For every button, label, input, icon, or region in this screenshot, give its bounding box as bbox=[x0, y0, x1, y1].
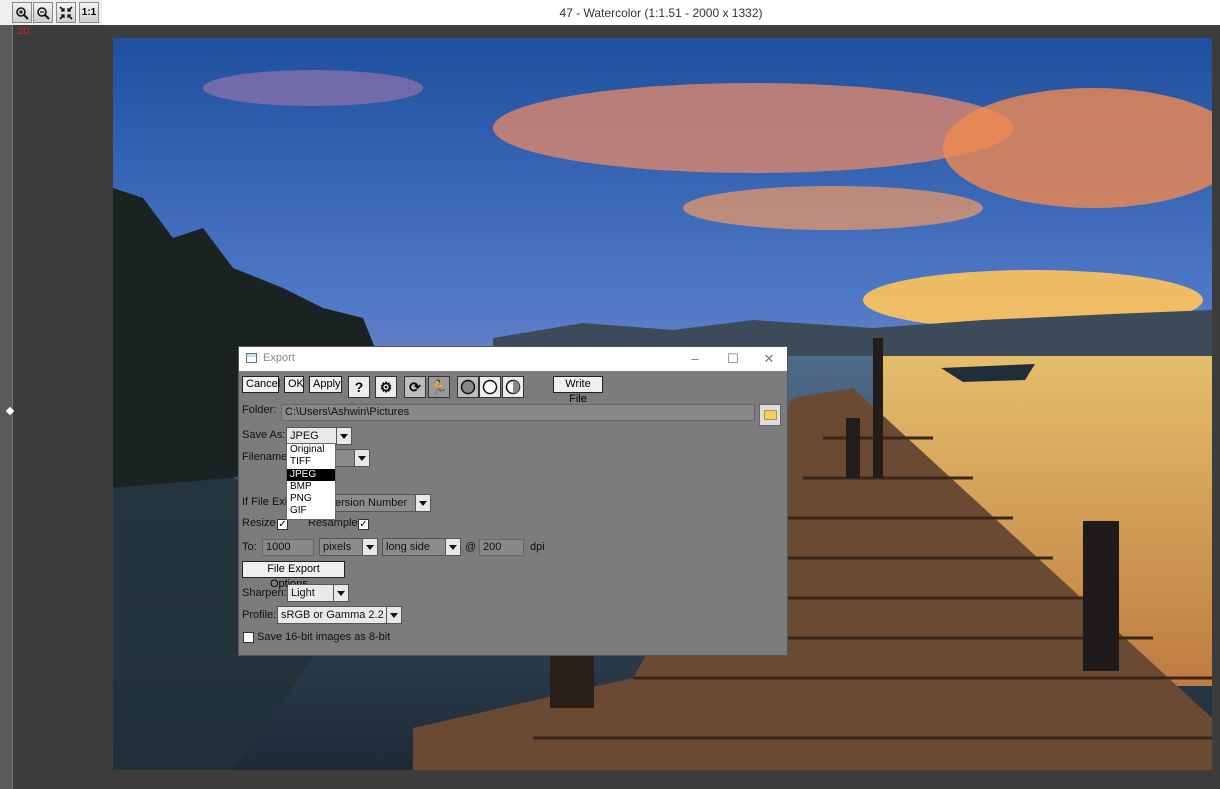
browse-folder-button[interactable] bbox=[759, 404, 781, 426]
dropdown-option[interactable]: Original bbox=[287, 444, 335, 456]
cancel-button[interactable]: Cancel bbox=[242, 376, 280, 393]
side-select[interactable]: long side bbox=[382, 538, 461, 556]
app-window-icon bbox=[246, 353, 257, 363]
sharpen-value: Light bbox=[291, 587, 315, 599]
gear-icon: ⚙ bbox=[379, 378, 393, 395]
sharpen-label: Sharpen: bbox=[242, 587, 287, 599]
help-button[interactable]: ? bbox=[348, 376, 370, 398]
write-file-button[interactable]: Write File bbox=[553, 376, 603, 405]
left-panel-strip bbox=[0, 25, 15, 789]
unit-select[interactable]: pixels bbox=[319, 538, 378, 556]
top-toolbar: 1:1 47 - Watercolor (1:1.51 - 2000 x 133… bbox=[0, 0, 1220, 25]
minimize-icon[interactable]: – bbox=[685, 350, 705, 368]
chevron-down-icon[interactable] bbox=[336, 428, 351, 444]
save-16bit-checkbox[interactable] bbox=[243, 632, 254, 643]
at-symbol: @ bbox=[465, 541, 477, 553]
chevron-down-icon[interactable] bbox=[333, 585, 348, 601]
chevron-down-icon[interactable] bbox=[415, 495, 430, 511]
chevron-down-icon[interactable] bbox=[362, 539, 377, 555]
sync-button[interactable]: ⟳ bbox=[404, 376, 426, 398]
sharpen-select[interactable]: Light bbox=[287, 584, 349, 602]
apply-button[interactable]: Apply bbox=[309, 376, 342, 393]
side-value: long side bbox=[386, 541, 431, 553]
half-circle-icon bbox=[505, 379, 521, 395]
zoom-out-icon bbox=[37, 6, 50, 20]
folder-label: Folder: bbox=[242, 404, 277, 416]
file-export-options-button[interactable]: File Export Options... bbox=[242, 561, 345, 590]
if-file-exists-value: ersion Number bbox=[335, 497, 408, 509]
fit-screen-button[interactable] bbox=[56, 2, 76, 23]
ok-button[interactable]: OK bbox=[284, 376, 304, 393]
window-title: 47 - Watercolor (1:1.51 - 2000 x 1332) bbox=[102, 0, 1220, 25]
resample-checkbox[interactable]: ✓ bbox=[358, 519, 369, 530]
circle-mode-2-button[interactable] bbox=[479, 376, 501, 398]
zoom-out-button[interactable] bbox=[33, 2, 53, 23]
dropdown-option[interactable]: BMP bbox=[287, 481, 335, 493]
filename-label: Filename: bbox=[242, 451, 291, 463]
filename-select[interactable] bbox=[334, 449, 370, 467]
unit-value: pixels bbox=[323, 541, 352, 553]
save-as-label: Save As: bbox=[242, 429, 286, 441]
running-person-icon: 🏃 bbox=[430, 378, 448, 395]
save-16bit-label: Save 16-bit images as 8-bit bbox=[257, 631, 391, 643]
dropdown-option[interactable]: PNG bbox=[287, 493, 335, 505]
folder-icon bbox=[763, 410, 777, 420]
folder-field[interactable]: C:\Users\Ashwin\Pictures bbox=[281, 404, 755, 421]
maximize-icon[interactable]: ☐ bbox=[723, 350, 743, 368]
size-input[interactable]: 1000 bbox=[262, 539, 314, 556]
chevron-down-icon[interactable] bbox=[354, 450, 369, 466]
dpi-input[interactable]: 200 bbox=[479, 539, 524, 556]
panel-resize-handle[interactable] bbox=[5, 406, 15, 416]
circle-mode-1-button[interactable] bbox=[457, 376, 479, 398]
resize-label: Resize bbox=[242, 517, 276, 529]
question-icon: ? bbox=[354, 379, 364, 395]
profile-label: Profile: bbox=[242, 609, 277, 621]
resize-checkbox[interactable]: ✓ bbox=[277, 519, 288, 530]
zoom-in-icon bbox=[16, 6, 29, 20]
save-as-dropdown-list: Original TIFF JPEG BMP PNG GIF bbox=[286, 443, 336, 520]
actual-size-button[interactable]: 1:1 bbox=[79, 2, 99, 23]
dpi-label: dpi bbox=[530, 541, 545, 553]
mode-indicator: 2D bbox=[18, 26, 30, 36]
circle-mode-3-button[interactable] bbox=[502, 376, 524, 398]
chevron-down-icon[interactable] bbox=[386, 607, 401, 623]
dialog-title-bar: Export – ☐ ✕ bbox=[239, 347, 787, 371]
run-button[interactable]: 🏃 bbox=[428, 376, 450, 398]
dialog-title: Export bbox=[263, 352, 295, 364]
dropdown-option-selected[interactable]: JPEG bbox=[287, 468, 335, 481]
circle-outline-icon bbox=[482, 379, 498, 395]
chevron-down-icon[interactable] bbox=[445, 539, 460, 555]
dropdown-option[interactable]: GIF bbox=[287, 505, 335, 517]
fit-screen-icon bbox=[59, 5, 73, 20]
settings-button[interactable]: ⚙ bbox=[375, 376, 397, 398]
sync-icon: ⟳ bbox=[409, 378, 421, 395]
save-as-value: JPEG bbox=[290, 430, 319, 442]
profile-value: sRGB or Gamma 2.2 bbox=[281, 609, 384, 621]
dropdown-option[interactable]: TIFF bbox=[287, 456, 335, 468]
circle-icon bbox=[460, 379, 476, 395]
zoom-in-button[interactable] bbox=[12, 2, 32, 23]
close-icon[interactable]: ✕ bbox=[759, 350, 779, 368]
profile-select[interactable]: sRGB or Gamma 2.2 bbox=[277, 606, 402, 624]
if-file-exists-select[interactable]: ersion Number bbox=[334, 494, 431, 512]
to-label: To: bbox=[242, 541, 257, 553]
